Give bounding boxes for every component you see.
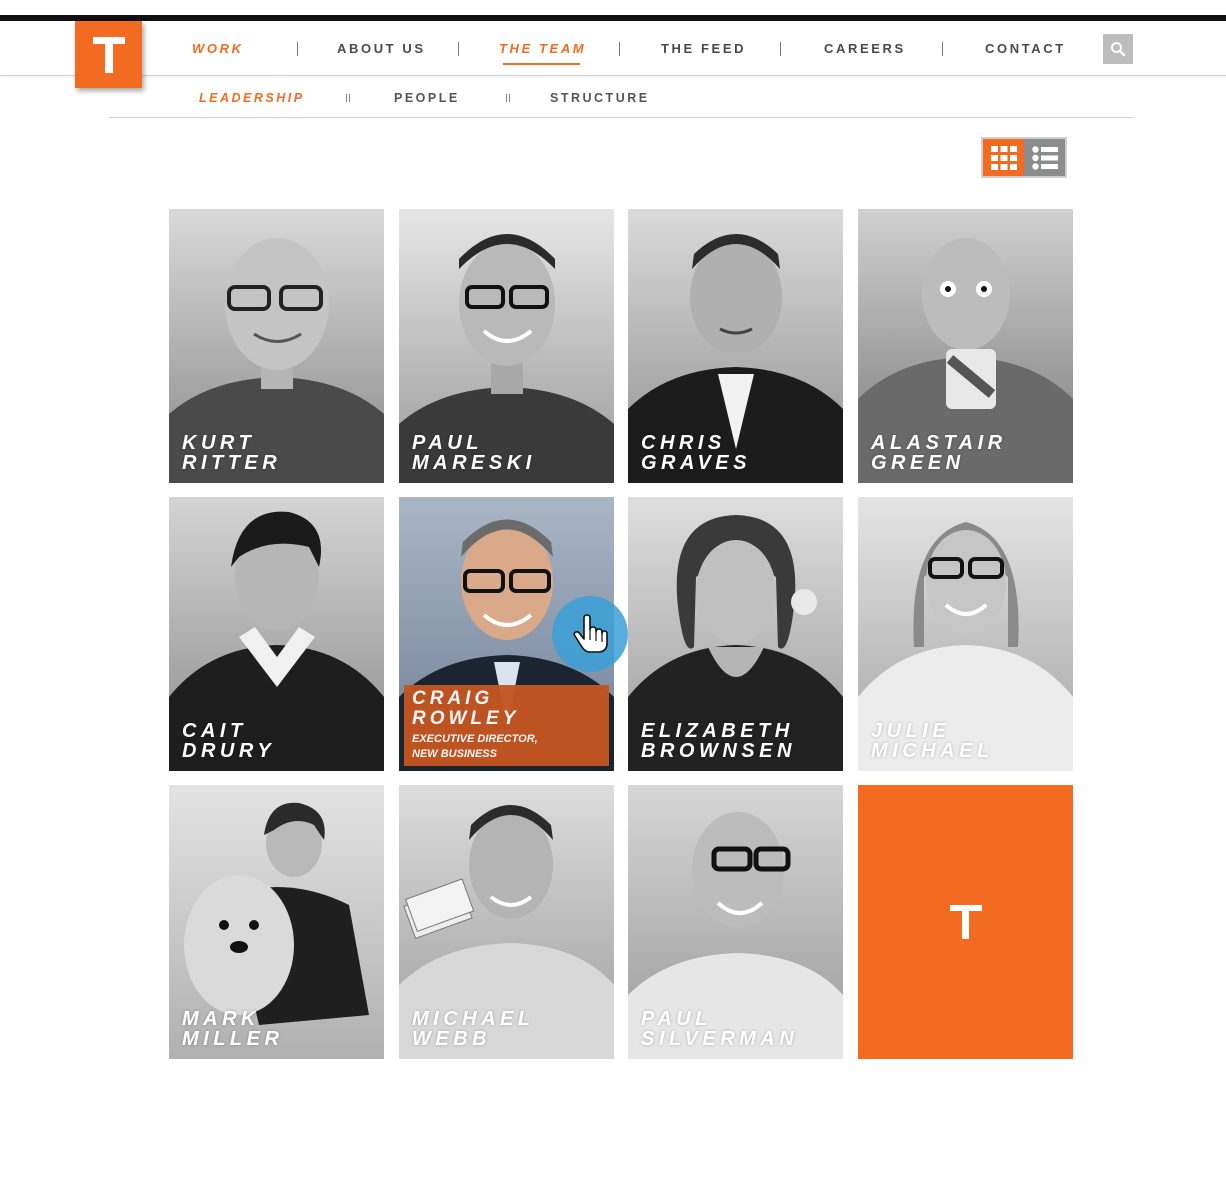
subnav-leadership[interactable]: LEADERSHIP [199, 86, 305, 110]
main-nav: WORK ABOUT US THE TEAM THE FEED CAREERS … [160, 34, 1080, 65]
logo-t-icon [949, 905, 982, 939]
nav-separator [780, 42, 781, 56]
nav-the-feed[interactable]: THE FEED [661, 34, 746, 64]
grid-icon [990, 145, 1017, 170]
list-icon [1031, 145, 1058, 170]
member-hover-overlay[interactable]: CRAIG ROWLEY EXECUTIVE DIRECTOR, NEW BUSIN… [404, 685, 609, 766]
member-name: CAIT DRURY [182, 720, 276, 762]
member-name: CHRIS GRAVES [641, 432, 751, 474]
subnav-structure[interactable]: STRUCTURE [550, 86, 650, 110]
team-card-alastair-green[interactable]: ALASTAIR GREEN [858, 209, 1073, 483]
logo-t-icon [92, 36, 125, 73]
view-toggle [981, 137, 1067, 178]
member-name: PAUL SILVERMAN [641, 1008, 799, 1050]
team-card-mark-miller[interactable]: MARK MILLER [169, 785, 384, 1059]
subnav-separator [506, 94, 510, 102]
team-card-michael-webb[interactable]: MICHAEL WEBB [399, 785, 614, 1059]
team-card-cait-drury[interactable]: CAIT DRURY [169, 497, 384, 771]
nav-separator [942, 42, 943, 56]
member-name: JULIE MICHAEL [871, 720, 994, 762]
team-card-paul-silverman[interactable]: PAUL SILVERMAN [628, 785, 843, 1059]
member-name: PAUL MARESKI [412, 432, 536, 474]
team-card-kurt-ritter[interactable]: KURT RITTER [169, 209, 384, 483]
nav-separator [458, 42, 459, 56]
member-title: EXECUTIVE DIRECTOR, NEW BUSINESS [412, 733, 538, 760]
header-divider [0, 75, 1226, 76]
site-logo[interactable] [75, 21, 142, 88]
team-card-chris-graves[interactable]: CHRIS GRAVES [628, 209, 843, 483]
nav-separator [619, 42, 620, 56]
sub-nav: LEADERSHIP PEOPLE STRUCTURE [190, 86, 690, 110]
nav-about-us[interactable]: ABOUT US [337, 34, 426, 64]
grid-view-button[interactable] [983, 139, 1024, 176]
nav-contact[interactable]: CONTACT [985, 34, 1066, 64]
member-name: MICHAEL WEBB [412, 1008, 535, 1050]
list-view-button[interactable] [1024, 139, 1065, 176]
search-button[interactable] [1103, 34, 1133, 64]
nav-the-team[interactable]: THE TEAM [499, 34, 586, 65]
logo-tile [858, 785, 1073, 1059]
nav-separator [297, 42, 298, 56]
pointer-cursor-highlight [552, 596, 628, 672]
top-bar [0, 15, 1226, 21]
member-name: ALASTAIR GREEN [871, 432, 1007, 474]
member-name: MARK MILLER [182, 1008, 284, 1050]
nav-careers[interactable]: CAREERS [824, 34, 906, 64]
member-name: CRAIG ROWLEY [412, 688, 520, 729]
member-name: KURT RITTER [182, 432, 282, 474]
hand-pointer-icon [573, 614, 608, 653]
team-card-elizabeth-brownsen[interactable]: ELIZABETH BROWNSEN [628, 497, 843, 771]
subnav-people[interactable]: PEOPLE [394, 86, 460, 110]
subnav-divider [109, 117, 1133, 118]
team-card-julie-michael[interactable]: JULIE MICHAEL [858, 497, 1073, 771]
member-name: ELIZABETH BROWNSEN [641, 720, 796, 762]
search-icon [1111, 42, 1126, 57]
team-card-paul-mareski[interactable]: PAUL MARESKI [399, 209, 614, 483]
subnav-separator [346, 94, 350, 102]
nav-work[interactable]: WORK [192, 34, 244, 64]
